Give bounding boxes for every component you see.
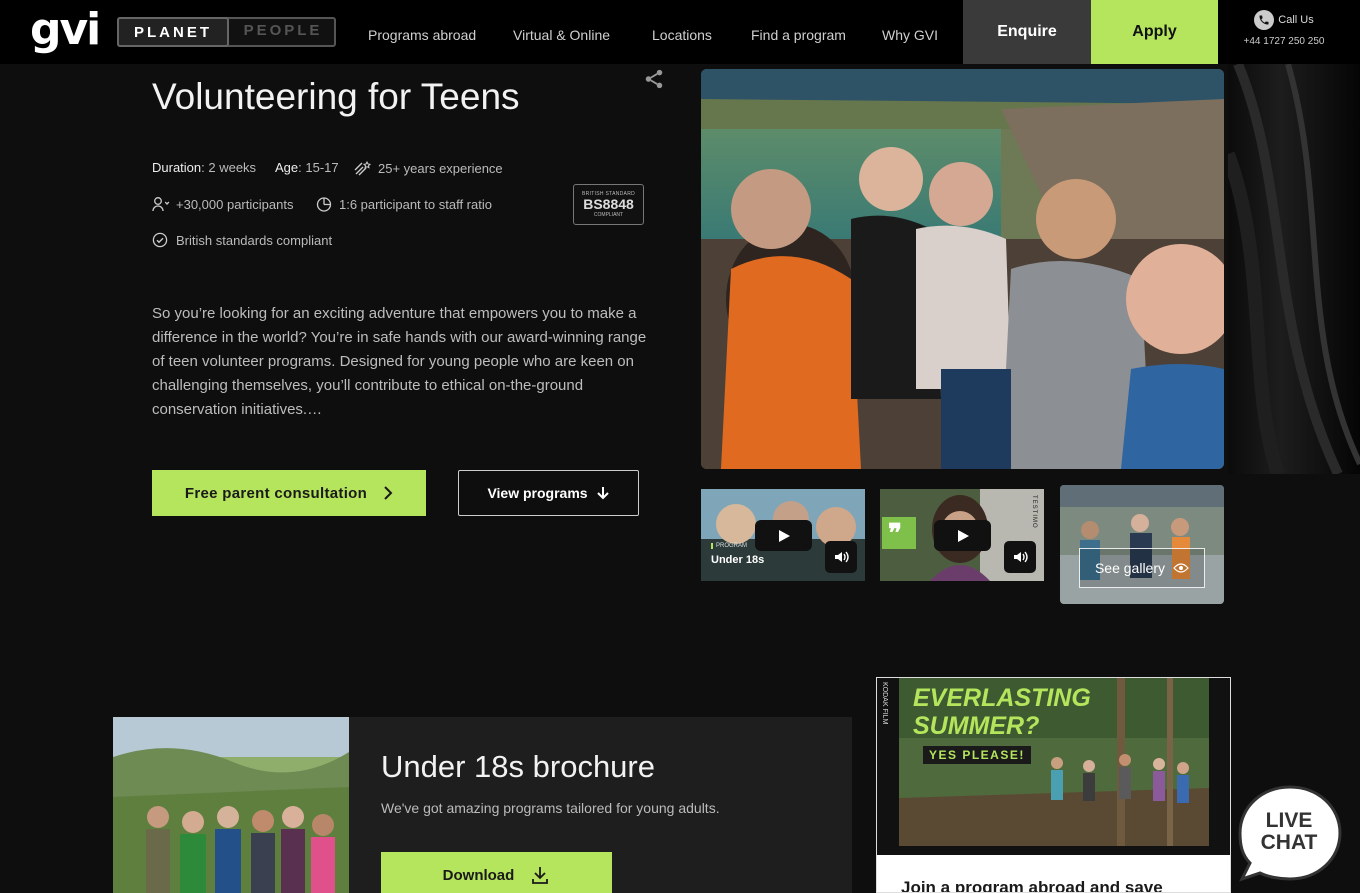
quote-icon: ❞ [888, 518, 902, 548]
nav-virtual-online[interactable]: Virtual & Online [513, 27, 610, 43]
hero-background-texture [1228, 64, 1360, 474]
view-programs-button[interactable]: View programs [458, 470, 639, 516]
nav-find-program[interactable]: Find a program [751, 27, 846, 43]
live-chat-button[interactable]: LIVE CHAT [1236, 783, 1342, 883]
download-icon [532, 867, 549, 884]
pie-ratio-icon [316, 197, 332, 212]
compliant-fact: British standards compliant [152, 232, 332, 248]
toggle-people[interactable]: PEOPLE [230, 17, 336, 47]
star-trail-icon [354, 160, 372, 176]
site-header: gvi PLANET PEOPLE Programs abroad Virtua… [0, 0, 1360, 64]
play-button-icon[interactable] [934, 520, 991, 551]
volume-icon[interactable] [1004, 541, 1036, 573]
age-value: : 15-17 [298, 160, 339, 175]
compliant-text: British standards compliant [176, 232, 333, 248]
call-us[interactable]: Call Us +44 1727 250 250 [1232, 10, 1336, 47]
phone-icon [1254, 10, 1275, 30]
promo-banner: KODAK FILM EVERLASTING SUMMER? YES PLEAS… [877, 678, 1230, 855]
check-circle-icon [152, 232, 168, 248]
phone-number[interactable]: +44 1727 250 250 [1232, 36, 1336, 47]
share-icon[interactable] [643, 68, 665, 90]
enquire-button[interactable]: Enquire [963, 0, 1091, 64]
eye-icon [1173, 563, 1189, 573]
duration-fact: Duration: 2 weeks [152, 160, 256, 175]
thumb-title: Under 18s [711, 554, 765, 566]
consult-button-label: Free parent consultation [184, 484, 368, 502]
arrow-down-icon [596, 487, 609, 500]
bs8848-badge: BRITISH STANDARD BS8848 COMPLIANT [573, 184, 644, 225]
call-us-label: Call Us [1278, 14, 1314, 26]
nav-programs-abroad[interactable]: Programs abroad [368, 27, 476, 43]
badge-main-text: BS8848 [583, 196, 634, 212]
ratio-text: 1:6 participant to staff ratio [339, 196, 492, 212]
badge-bottom-text: COMPLIANT [593, 212, 624, 218]
age-fact: Age: 15-17 [275, 160, 339, 175]
view-programs-label: View programs [487, 485, 588, 501]
brochure-card: Under 18s brochure We've got amazing pro… [113, 717, 852, 893]
video-thumbnail-under18s[interactable]: PROGRAM Under 18s [701, 489, 865, 581]
promo-card[interactable]: KODAK FILM EVERLASTING SUMMER? YES PLEAS… [876, 677, 1231, 893]
brochure-photo [113, 717, 349, 893]
page-title: Volunteering for Teens [152, 76, 520, 117]
participants-text: +30,000 participants [176, 196, 294, 212]
brochure-title: Under 18s brochure [381, 749, 655, 784]
nav-why-gvi[interactable]: Why GVI [882, 27, 938, 43]
hero-photo[interactable] [701, 69, 1224, 469]
participants-icon [152, 197, 170, 212]
video-thumbnail-testimonial[interactable]: ❞ TESTIMO [880, 489, 1044, 581]
experience-text: 25+ years experience [378, 160, 503, 176]
toggle-planet[interactable]: PLANET [117, 17, 229, 47]
duration-value: : 2 weeks [201, 160, 257, 175]
see-gallery-button[interactable]: See gallery [1079, 548, 1205, 588]
promo-line2: SUMMER? [913, 712, 1040, 740]
testimonial-side-text: TESTIMO [1031, 495, 1037, 529]
see-gallery-label: See gallery [1094, 560, 1166, 576]
planet-people-toggle[interactable]: PLANET PEOPLE [117, 17, 336, 47]
experience-fact: 25+ years experience [354, 160, 503, 176]
chevron-right-icon [384, 486, 393, 500]
age-label: Age [275, 160, 299, 175]
apply-button[interactable]: Apply [1091, 0, 1218, 64]
promo-line3: YES PLEASE! [923, 746, 1031, 764]
ratio-fact: 1:6 participant to staff ratio [315, 196, 492, 212]
live-chat-line1: LIVE [1265, 809, 1313, 832]
brochure-subtitle: We've got amazing programs tailored for … [381, 800, 720, 816]
program-description: So you’re looking for an exciting advent… [152, 305, 647, 418]
download-brochure-button[interactable]: Download [381, 852, 612, 893]
promo-caption: Join a program abroad and save [901, 878, 1163, 893]
play-button-icon[interactable] [755, 520, 812, 551]
promo-line1: EVERLASTING [913, 684, 1091, 712]
film-strip-text: KODAK FILM [881, 682, 888, 725]
live-chat-line2: CHAT [1260, 831, 1318, 854]
gallery-thumbnail[interactable]: See gallery [1060, 485, 1224, 604]
volume-icon[interactable] [825, 541, 857, 573]
nav-locations[interactable]: Locations [652, 27, 712, 43]
download-label: Download [442, 866, 515, 884]
thumb-program-tag: PROGRAM [711, 543, 747, 549]
gvi-logo[interactable]: gvi [30, 6, 101, 54]
free-parent-consultation-button[interactable]: Free parent consultation [152, 470, 426, 516]
participants-fact: +30,000 participants [152, 196, 293, 212]
duration-label: Duration [152, 160, 202, 175]
